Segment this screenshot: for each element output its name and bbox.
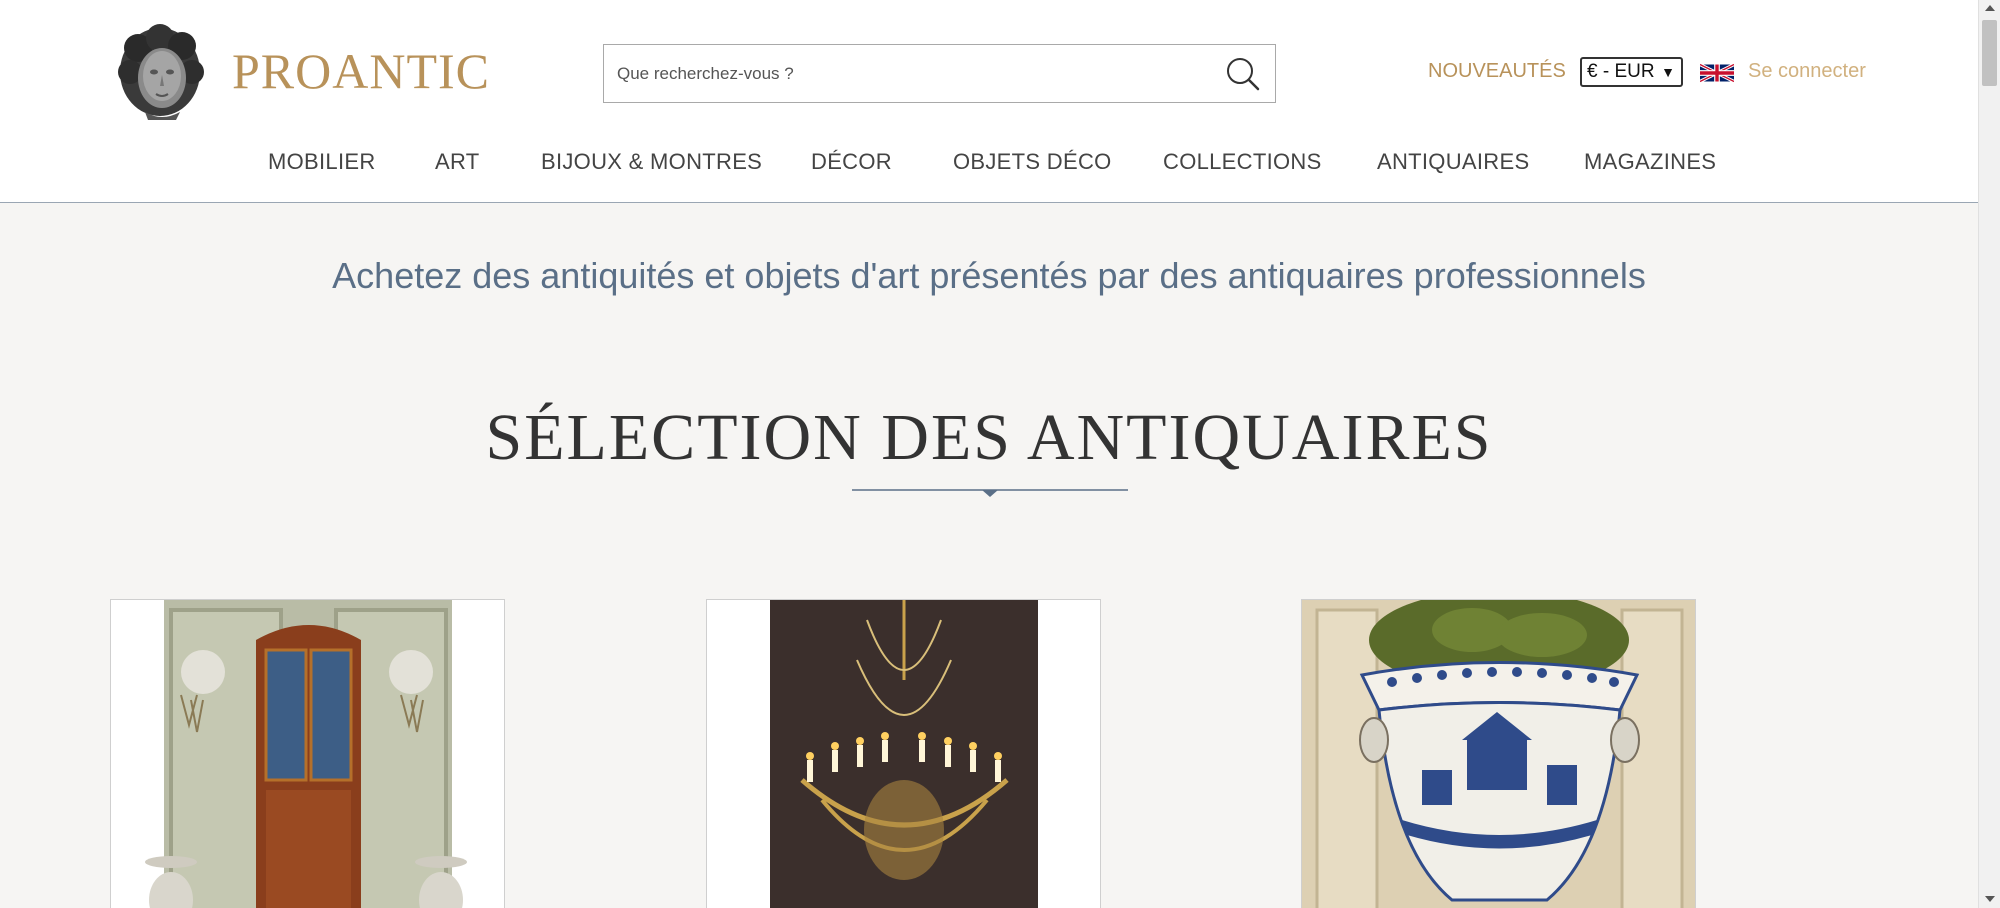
search-box [603, 44, 1276, 103]
search-input[interactable] [604, 45, 1204, 102]
logo-text: PROANTIC [232, 43, 491, 99]
currency-value: € - EUR [1587, 61, 1655, 82]
nav-item-mobilier[interactable]: MOBILIER [268, 149, 376, 175]
nav-item-art[interactable]: ART [435, 149, 480, 175]
section-title: SÉLECTION DES ANTIQUAIRES [485, 401, 1493, 474]
title-divider [852, 489, 1128, 497]
scroll-down-icon[interactable] [1985, 896, 1995, 902]
login-link[interactable]: Se connecter [1748, 60, 1866, 83]
nav-item-objets-deco[interactable]: OBJETS DÉCO [953, 149, 1112, 175]
product-image-vase [1302, 600, 1695, 908]
search-icon[interactable] [1223, 55, 1261, 93]
nav-item-magazines[interactable]: MAGAZINES [1584, 149, 1716, 175]
nav-item-bijoux-montres[interactable]: BIJOUX & MONTRES [541, 149, 762, 175]
scroll-thumb[interactable] [1982, 20, 1997, 86]
product-card-chandelier[interactable] [706, 599, 1101, 908]
product-image-cabinet [111, 600, 504, 908]
uk-flag-icon[interactable] [1700, 61, 1734, 85]
tagline: Achetez des antiquités et objets d'art p… [332, 255, 1646, 296]
scroll-up-icon[interactable] [1985, 5, 1995, 11]
main-nav: MOBILIER ART BIJOUX & MONTRES DÉCOR OBJE… [0, 149, 1978, 181]
logo[interactable]: PROANTIC [110, 20, 490, 122]
product-card-cabinet[interactable] [110, 599, 505, 908]
logo-bust-icon [118, 24, 204, 120]
chevron-down-icon: ▼ [1661, 64, 1675, 80]
nav-item-decor[interactable]: DÉCOR [811, 149, 892, 175]
scrollbar[interactable] [1978, 0, 2000, 908]
nav-item-collections[interactable]: COLLECTIONS [1163, 149, 1322, 175]
nav-item-antiquaires[interactable]: ANTIQUAIRES [1377, 149, 1529, 175]
product-image-chandelier [707, 600, 1100, 908]
product-card-vase[interactable] [1301, 599, 1696, 908]
currency-select[interactable]: € - EUR ▼ [1580, 57, 1683, 87]
nouveautes-link[interactable]: NOUVEAUTÉS [1428, 60, 1566, 83]
site-header: PROANTIC NOUVEAUTÉS € - EUR ▼ Se connect… [0, 0, 1978, 203]
